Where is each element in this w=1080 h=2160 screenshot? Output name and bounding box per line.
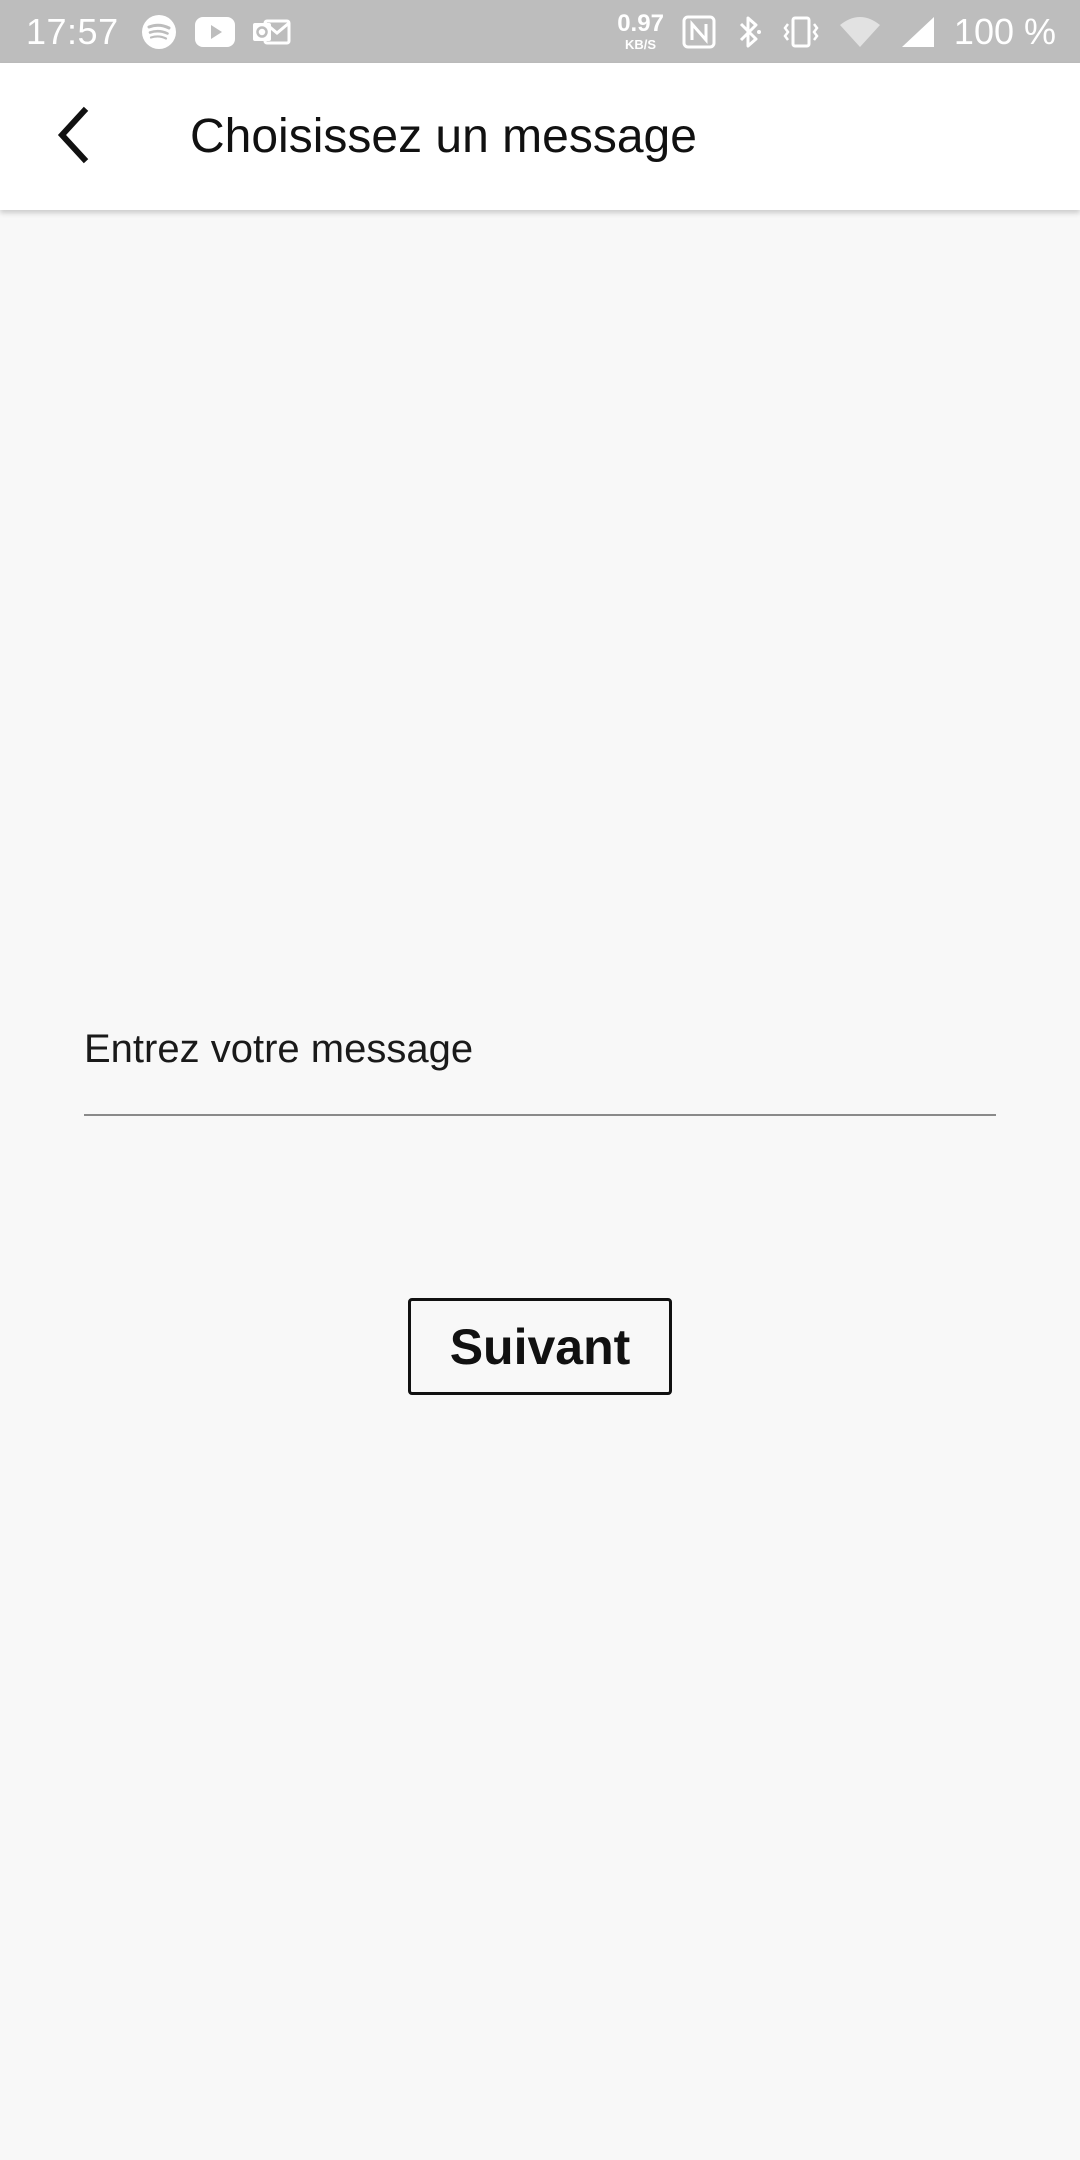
- message-placeholder: Entrez votre message: [84, 1026, 474, 1071]
- back-arrow-icon: [52, 105, 96, 170]
- bluetooth-icon: [734, 14, 764, 50]
- battery-percentage: 100 %: [953, 10, 1056, 52]
- page-title: Choisissez un message: [190, 110, 697, 163]
- notification-icons: [141, 14, 291, 50]
- outlook-icon: [252, 16, 291, 48]
- app-bar: Choisissez un message: [0, 63, 1080, 210]
- status-time: 17:57: [26, 10, 119, 52]
- wifi-icon: [838, 15, 882, 49]
- spotify-icon: [141, 14, 177, 50]
- network-speed: 0.97 KB/S: [617, 10, 664, 52]
- back-button[interactable]: [36, 99, 112, 175]
- status-bar: 17:57 0.97 KB/S 100 %: [0, 0, 1080, 63]
- signal-icon: [900, 15, 936, 49]
- youtube-icon: [194, 16, 235, 47]
- message-input[interactable]: Entrez votre message: [84, 990, 996, 1116]
- nfc-icon: [682, 15, 716, 49]
- network-speed-unit: KB/S: [625, 37, 657, 52]
- vibrate-icon: [782, 15, 820, 49]
- network-speed-value: 0.97: [617, 10, 664, 37]
- system-status-icons: 0.97 KB/S 100 %: [617, 11, 1056, 53]
- next-button[interactable]: Suivant: [408, 1298, 672, 1395]
